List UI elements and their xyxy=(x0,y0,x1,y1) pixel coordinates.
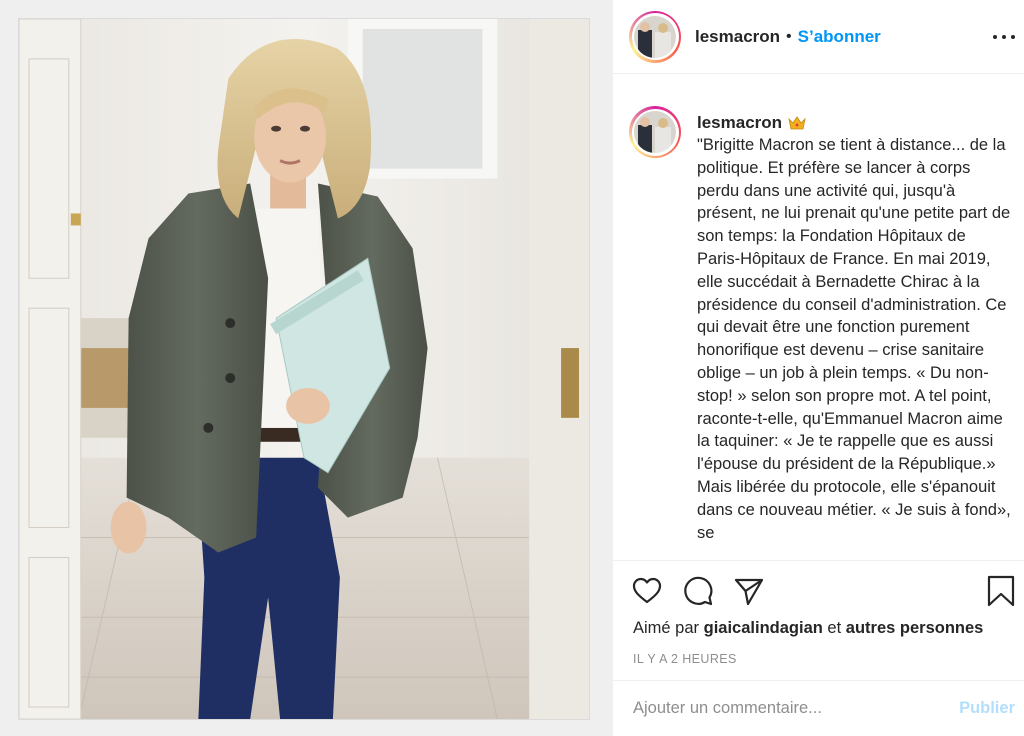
photo-panel xyxy=(0,0,612,736)
likes-others-link[interactable]: autres personnes xyxy=(846,619,984,637)
comment-bar: Publier xyxy=(613,680,1024,736)
separator-dot: • xyxy=(786,27,792,45)
post-timestamp[interactable]: IL Y A 2 HEURES xyxy=(633,652,737,666)
paper-plane-icon[interactable] xyxy=(733,575,765,607)
more-dot xyxy=(993,35,997,39)
heart-icon[interactable] xyxy=(631,575,663,607)
post-photo[interactable] xyxy=(18,18,590,720)
likes-summary: Aimé par giaicalindagian et autres perso… xyxy=(633,619,983,638)
bookmark-icon[interactable] xyxy=(985,575,1017,607)
more-horizontal-icon[interactable] xyxy=(993,26,1015,48)
caption-username[interactable]: lesmacron xyxy=(697,112,782,134)
post-side-panel: lesmacron • S’abonner lesmacron "Brigitt… xyxy=(612,0,1024,736)
post-header: lesmacron • S’abonner xyxy=(613,0,1024,74)
caption-text: "Brigitte Macron se tient à distance... … xyxy=(697,136,1011,542)
caption-user-line: lesmacron xyxy=(697,112,1013,134)
avatar[interactable] xyxy=(629,106,681,158)
avatar-inner xyxy=(631,108,679,156)
post-username[interactable]: lesmacron xyxy=(695,27,780,47)
likes-conjunction: et xyxy=(827,619,842,637)
avatar-image xyxy=(634,15,676,58)
more-dot xyxy=(1002,35,1006,39)
caption-text-block: lesmacron "Brigitte Macron se tient à di… xyxy=(697,112,1013,544)
actions-bar: Aimé par giaicalindagian et autres perso… xyxy=(613,560,1024,680)
likes-prefix: Aimé par xyxy=(633,619,700,637)
liked-by-user[interactable]: giaicalindagian xyxy=(704,619,823,637)
follow-button[interactable]: S’abonner xyxy=(798,27,881,47)
comment-bubble-icon[interactable] xyxy=(682,575,714,607)
caption-avatar[interactable] xyxy=(629,106,681,158)
avatar[interactable] xyxy=(629,10,681,63)
crown-icon xyxy=(788,116,806,130)
comment-input[interactable] xyxy=(633,699,960,718)
more-dot xyxy=(1011,35,1015,39)
publish-button[interactable]: Publier xyxy=(959,699,1015,718)
avatar-image xyxy=(634,111,676,153)
avatar-inner xyxy=(631,13,679,60)
post-photo-illustration xyxy=(19,19,589,719)
caption-area[interactable]: lesmacron "Brigitte Macron se tient à di… xyxy=(613,74,1024,560)
